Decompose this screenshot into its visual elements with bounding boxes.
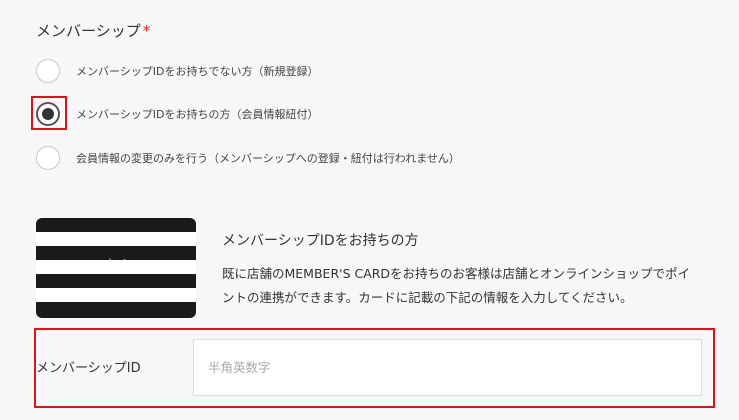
card-info-title: メンバーシップIDをお持ちの方 [222, 233, 419, 249]
radio-option-update-only[interactable]: 会員情報の変更のみを行う（メンバーシップへの登録・紐付は行われません） [36, 146, 460, 170]
card-logo: agnès b. [86, 258, 133, 271]
radio-button[interactable] [36, 59, 60, 83]
radio-option-has-member-id[interactable]: メンバーシップIDをお持ちの方（会員情報紐付） [36, 102, 319, 126]
radio-button[interactable] [36, 146, 60, 170]
membership-title-text: メンバーシップ [36, 22, 141, 40]
membership-section-title: メンバーシップ * [36, 20, 150, 41]
radio-option-new-registration[interactable]: メンバーシップIDをお持ちでない方（新規登録） [36, 59, 319, 83]
radio-label: 会員情報の変更のみを行う（メンバーシップへの登録・紐付は行われません） [76, 152, 460, 165]
card-info-description: 既に店舗のMEMBER'S CARDをお持ちのお客様は店舗とオンラインショップで… [222, 266, 691, 305]
radio-label: メンバーシップIDをお持ちの方（会員情報紐付） [76, 108, 319, 121]
required-mark: * [142, 22, 151, 40]
member-id-input[interactable] [193, 339, 702, 396]
member-id-label: メンバーシップID [36, 361, 141, 376]
member-card-image: agnès b. [36, 218, 196, 318]
selected-radio-highlight [31, 96, 67, 130]
radio-label: メンバーシップIDをお持ちでない方（新規登録） [76, 65, 319, 78]
